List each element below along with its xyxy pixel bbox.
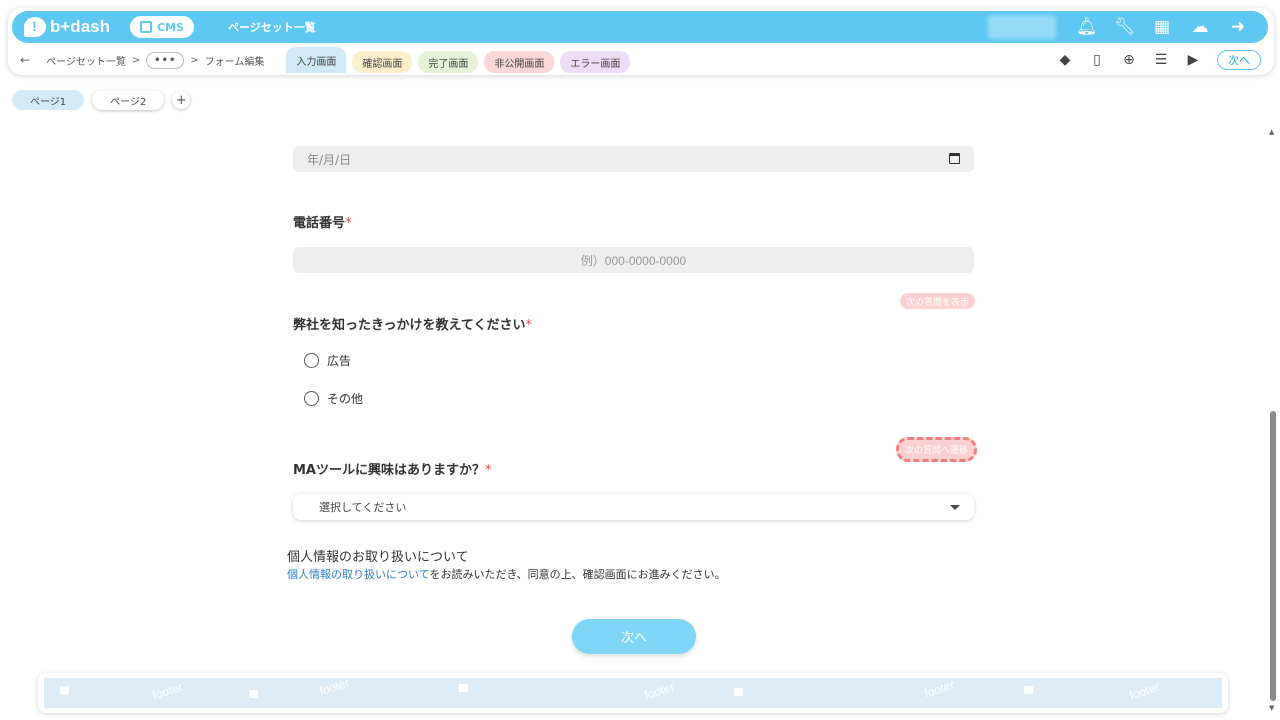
html-file-icon[interactable]: ▯ xyxy=(1089,52,1105,68)
image-icon xyxy=(734,688,743,696)
privacy-text-body: をお読みいただき、同意の上、確認画面にお進みください。 xyxy=(429,568,726,581)
phone-input[interactable]: 例）000-0000-0000 xyxy=(293,247,974,273)
play-icon[interactable]: ▶ xyxy=(1185,52,1201,68)
breadcrumb-separator: > xyxy=(131,54,141,66)
top-navbar: b+dash CMS ページセット一覧 🔔︎ 🔧︎ ▦ ☁ ➜ xyxy=(12,11,1268,43)
date-placeholder: 年/月/日 xyxy=(307,152,352,167)
tab-private[interactable]: 非公開画面 xyxy=(484,51,555,73)
radio-circle[interactable] xyxy=(304,391,319,406)
tab-confirm[interactable]: 確認画面 xyxy=(352,51,413,73)
ma-select[interactable]: 選択してください xyxy=(293,494,974,520)
phone-placeholder: 例）000-0000-0000 xyxy=(580,253,687,268)
image-icon xyxy=(249,690,258,698)
date-input[interactable]: 年/月/日 xyxy=(293,146,974,172)
back-arrow-icon[interactable]: ← xyxy=(20,53,30,67)
breadcrumb-separator: > xyxy=(190,54,199,66)
required-mark: * xyxy=(485,463,492,478)
beginner-mark-icon[interactable]: ◆ xyxy=(1057,52,1073,68)
jump-next-question-badge[interactable]: 次の質問へ遷移 xyxy=(896,437,978,462)
chevron-down-icon xyxy=(950,505,960,510)
grid-icon[interactable]: ▦ xyxy=(1152,17,1172,37)
footer-watermark: footer xyxy=(1127,679,1162,703)
page-title: ページセット一覧 xyxy=(227,21,316,34)
logo-icon xyxy=(24,17,46,37)
radio-circle[interactable] xyxy=(304,353,319,368)
footer-area[interactable]: footer footer footer footer footer xyxy=(38,673,1228,713)
breadcrumb-item-form-edit: フォーム編集 xyxy=(204,56,265,68)
radio-label: その他 xyxy=(327,392,364,406)
bell-icon[interactable]: 🔔︎ xyxy=(1076,17,1098,37)
radio-option-ad[interactable]: 広告 xyxy=(304,352,351,369)
phone-label-text: 電話番号 xyxy=(293,216,346,231)
page-tab-2[interactable]: ページ2 xyxy=(92,90,165,110)
brand-name: b+dash xyxy=(50,17,110,36)
breadcrumb-item-pageset-list[interactable]: ページセット一覧 xyxy=(46,53,126,68)
tab-complete[interactable]: 完了画面 xyxy=(418,51,479,73)
radio-label: 広告 xyxy=(327,354,352,368)
brand-logo[interactable]: b+dash xyxy=(24,17,110,37)
cms-label: CMS xyxy=(157,20,184,34)
image-icon xyxy=(60,686,69,694)
footer-watermark: footer xyxy=(150,679,185,703)
scroll-up-icon[interactable]: ▲ xyxy=(1269,128,1274,136)
calendar-icon[interactable] xyxy=(949,153,960,164)
ma-label: MAツールに興味はありますか？* xyxy=(293,459,492,478)
radio-option-other[interactable]: その他 xyxy=(304,390,363,407)
privacy-text: 個人情報の取り扱いについてをお読みいただき、同意の上、確認画面にお進みください。 xyxy=(287,566,726,582)
chat-icon[interactable]: ☁ xyxy=(1190,17,1210,37)
footer-watermark: footer xyxy=(642,679,677,703)
logout-icon[interactable]: ➜ xyxy=(1228,17,1248,37)
submit-next-button[interactable]: 次へ xyxy=(572,619,696,654)
add-circle-icon[interactable]: ⊕ xyxy=(1121,52,1137,68)
ma-label-text: MAツールに興味はありますか？ xyxy=(293,463,485,478)
required-mark: * xyxy=(525,318,532,333)
show-next-question-badge[interactable]: 次の質問を表示 xyxy=(900,293,976,309)
wrench-icon[interactable]: 🔧︎ xyxy=(1114,17,1136,37)
cms-button[interactable]: CMS xyxy=(130,16,194,38)
phone-label: 電話番号* xyxy=(293,212,352,231)
next-button[interactable]: 次へ xyxy=(1217,50,1261,70)
page-tab-1[interactable]: ページ1 xyxy=(12,90,85,110)
sub-toolbar: ← ページセット一覧 > ••• > フォーム編集 入力画面 確認画面 完了画面… xyxy=(20,47,1265,73)
cms-icon xyxy=(140,21,152,33)
image-icon xyxy=(459,684,468,692)
scrollbar[interactable]: ▲ ▼ xyxy=(1268,128,1278,712)
settings-list-icon[interactable]: ☰ xyxy=(1153,52,1169,68)
footer-placeholder: footer footer footer footer footer xyxy=(44,678,1222,708)
source-label-text: 弊社を知ったきっかけを教えてください xyxy=(293,318,526,333)
tab-error[interactable]: エラー画面 xyxy=(560,51,631,73)
add-page-button[interactable]: + xyxy=(172,91,191,109)
privacy-title: 個人情報のお取り扱いについて xyxy=(287,550,469,565)
tab-input[interactable]: 入力画面 xyxy=(286,47,347,73)
page-list: ページ1 ページ2 + xyxy=(12,90,191,110)
scrollbar-thumb[interactable] xyxy=(1270,411,1276,701)
source-label: 弊社を知ったきっかけを教えてください* xyxy=(293,314,532,333)
select-placeholder: 選択してください xyxy=(319,501,407,514)
footer-watermark: footer xyxy=(922,678,957,701)
footer-watermark: footer xyxy=(317,678,352,699)
scroll-down-icon[interactable]: ▼ xyxy=(1269,704,1274,712)
breadcrumb-more-button[interactable]: ••• xyxy=(146,51,185,69)
account-info-blurred xyxy=(988,15,1056,39)
privacy-link[interactable]: 個人情報の取り扱いについて xyxy=(287,568,429,581)
required-mark: * xyxy=(345,216,352,231)
breadcrumb: ← ページセット一覧 > ••• > フォーム編集 xyxy=(20,51,265,69)
screen-tabs: 入力画面 確認画面 完了画面 非公開画面 エラー画面 xyxy=(286,47,636,73)
image-icon xyxy=(1024,686,1033,694)
